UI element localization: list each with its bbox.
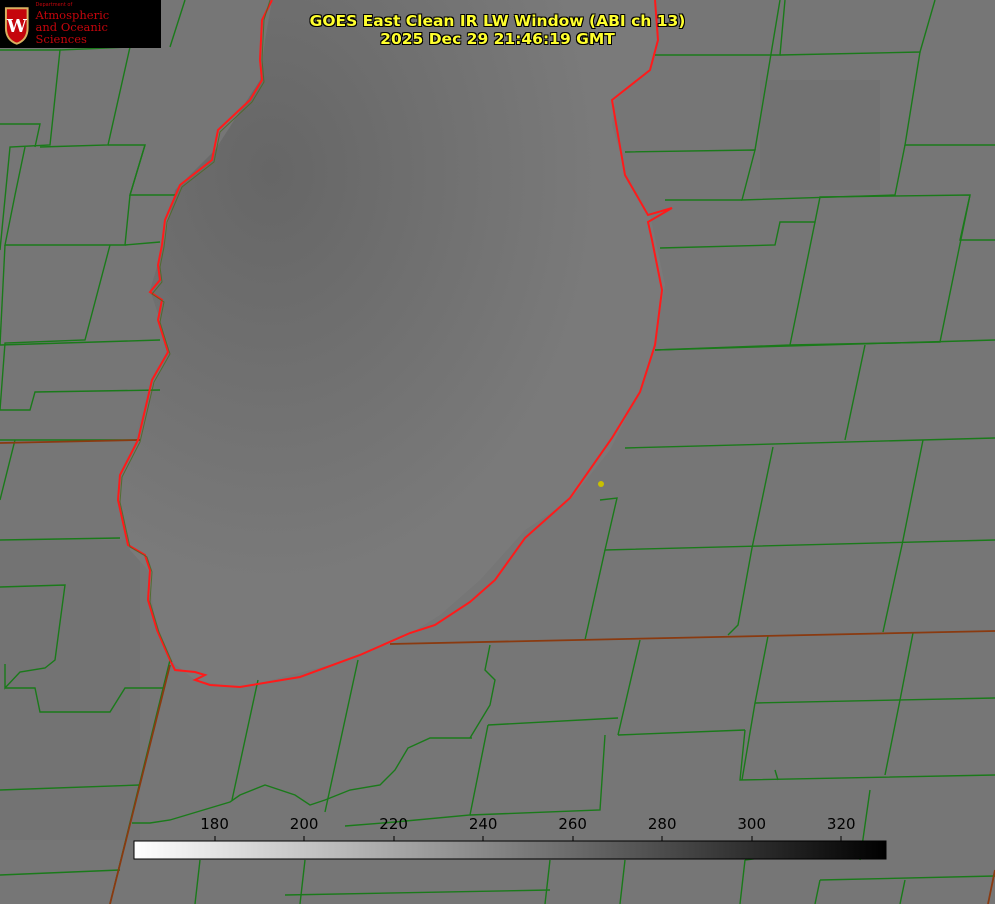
colorbar-tick-label: 300 [737,815,767,833]
title-line2: 2025 Dec 29 21:46:19 GMT [380,30,615,48]
colorbar-tick-label: 260 [558,815,587,833]
colorbar-tick-label: 280 [647,815,677,833]
colorbar-tick-label: 200 [289,815,319,833]
colorbar-tick-label: 240 [468,815,498,833]
title-line1: GOES East Clean IR LW Window (ABI ch 13) [309,12,686,30]
location-marker [598,481,604,487]
colorbar-tick-label: 220 [379,815,408,833]
colorbar-tick-label: 180 [200,815,229,833]
colorbar-tick-label: 320 [826,815,856,833]
image-title: GOES East Clean IR LW Window (ABI ch 13)… [0,12,995,48]
colorbar [133,840,887,860]
satellite-map [0,0,995,904]
